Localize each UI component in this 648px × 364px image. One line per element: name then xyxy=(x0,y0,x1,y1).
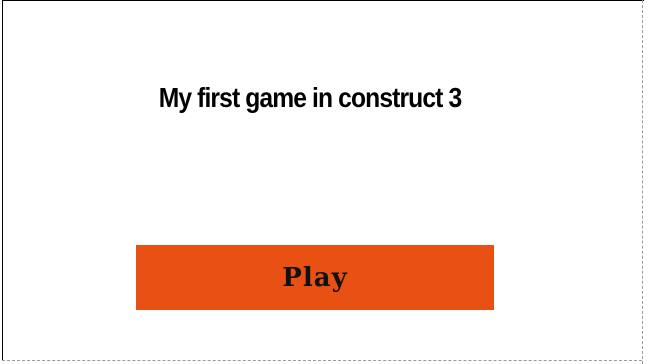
play-button[interactable]: Play xyxy=(136,245,494,310)
viewport-boundary-bottom xyxy=(2,360,642,361)
layout-border-left xyxy=(2,0,3,360)
game-title: My first game in construct 3 xyxy=(158,82,462,113)
play-button-label: Play xyxy=(282,262,348,293)
viewport-boundary-right xyxy=(642,0,643,364)
layout-border-top xyxy=(2,0,644,1)
game-canvas: My first game in construct 3 Play xyxy=(0,0,648,364)
